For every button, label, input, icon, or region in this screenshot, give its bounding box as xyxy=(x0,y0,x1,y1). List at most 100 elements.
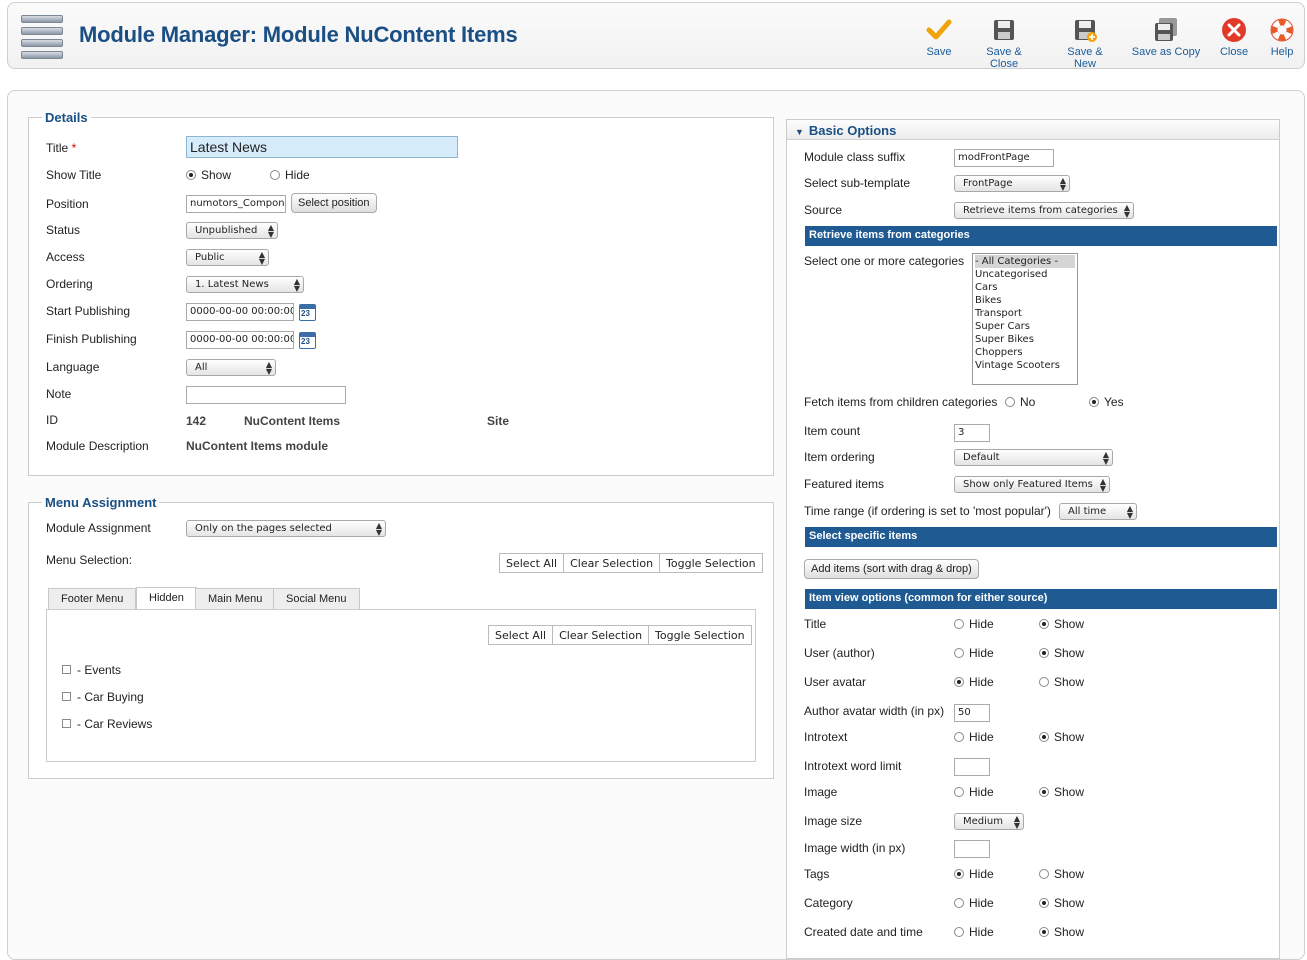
finish-publishing-input[interactable]: 0000-00-00 00:00:00 xyxy=(186,331,294,349)
select-arrows-icon: ▲ ▼ xyxy=(1099,477,1106,493)
select-all-button[interactable]: Select All xyxy=(500,554,565,572)
item-count-input[interactable]: 3 xyxy=(954,424,990,442)
sub-template-select[interactable]: FrontPage ▲ ▼ xyxy=(954,175,1070,192)
radio-selected-icon xyxy=(954,677,964,687)
access-label: Access xyxy=(46,250,85,264)
select-arrows-icon: ▲ ▼ xyxy=(293,277,300,293)
show-title-hide-radio[interactable]: Hide xyxy=(270,168,310,182)
opt-tags-show-radio[interactable]: Show xyxy=(1039,867,1084,881)
checkbox-icon[interactable] xyxy=(62,665,71,674)
opt-avatar-width-input[interactable]: 50 xyxy=(954,704,990,722)
menu-item-car-buying[interactable]: - Car Buying xyxy=(62,690,144,704)
opt-created-hide-radio[interactable]: Hide xyxy=(954,925,994,939)
menu-item-car-reviews[interactable]: - Car Reviews xyxy=(62,717,152,731)
menu-assignment-legend: Menu Assignment xyxy=(45,495,157,510)
toggle-selection-button[interactable]: Toggle Selection xyxy=(649,626,751,644)
tab-footer-menu[interactable]: Footer Menu xyxy=(48,588,137,610)
radio-selected-icon xyxy=(1039,787,1049,797)
opt-introtext-show-radio[interactable]: Show xyxy=(1039,730,1084,744)
title-input[interactable]: Latest News xyxy=(186,136,458,158)
category-option[interactable]: Vintage Scooters xyxy=(975,359,1075,372)
opt-user-author-show-radio[interactable]: Show xyxy=(1039,646,1084,660)
help-button[interactable]: Help xyxy=(1269,17,1295,58)
basic-options-header[interactable]: ▼ Basic Options xyxy=(787,120,1279,140)
item-ordering-select[interactable]: Default ▲ ▼ xyxy=(954,449,1113,466)
note-input[interactable] xyxy=(186,386,346,404)
access-select[interactable]: Public ▲ ▼ xyxy=(186,249,269,266)
checkbox-icon[interactable] xyxy=(62,719,71,728)
opt-image-width-input[interactable] xyxy=(954,840,990,858)
triangle-down-icon: ▼ xyxy=(795,127,804,137)
tab-hidden[interactable]: Hidden xyxy=(136,587,197,610)
start-publishing-input[interactable]: 0000-00-00 00:00:00 xyxy=(186,303,294,321)
module-assignment-select[interactable]: Only on the pages selected ▲ ▼ xyxy=(186,520,386,537)
opt-title-hide-radio[interactable]: Hide xyxy=(954,617,994,631)
save-new-button[interactable]: Save & New xyxy=(1055,17,1115,70)
save-close-button[interactable]: Save & Close xyxy=(971,17,1037,70)
opt-introtext-hide-radio[interactable]: Hide xyxy=(954,730,994,744)
id-label: ID xyxy=(46,413,58,427)
tab-main-menu[interactable]: Main Menu xyxy=(195,588,276,610)
show-title-label: Show Title xyxy=(46,168,102,182)
source-label: Source xyxy=(804,203,843,217)
featured-items-select[interactable]: Show only Featured Items ▲ ▼ xyxy=(954,476,1110,493)
close-button[interactable]: Close xyxy=(1218,17,1250,58)
show-title-show-radio[interactable]: Show xyxy=(186,168,231,182)
checkbox-icon[interactable] xyxy=(62,692,71,701)
select-arrows-icon: ▲ ▼ xyxy=(1059,176,1066,192)
opt-category-hide-radio[interactable]: Hide xyxy=(954,896,994,910)
radio-icon xyxy=(954,927,964,937)
opt-image-hide-radio[interactable]: Hide xyxy=(954,785,994,799)
clear-selection-button[interactable]: Clear Selection xyxy=(564,554,661,572)
status-label: Status xyxy=(46,223,81,237)
category-option[interactable]: - All Categories - xyxy=(975,255,1075,268)
required-marker: * xyxy=(71,141,77,155)
toggle-selection-button[interactable]: Toggle Selection xyxy=(660,554,762,572)
opt-image-size-select[interactable]: Medium ▲ ▼ xyxy=(954,813,1024,830)
radio-icon xyxy=(954,898,964,908)
opt-image-show-radio[interactable]: Show xyxy=(1039,785,1084,799)
categories-listbox[interactable]: - All Categories - Uncategorised Cars Bi… xyxy=(972,253,1078,385)
category-option[interactable]: Choppers xyxy=(975,346,1075,359)
calendar-icon[interactable]: 23 xyxy=(299,332,316,349)
add-items-button[interactable]: Add items (sort with drag & drop) xyxy=(804,559,979,579)
opt-image-size-label: Image size xyxy=(804,814,863,828)
select-position-button[interactable]: Select position xyxy=(291,193,377,213)
category-option[interactable]: Transport xyxy=(975,307,1075,320)
opt-user-avatar-hide-radio[interactable]: Hide xyxy=(954,675,994,689)
category-option[interactable]: Bikes xyxy=(975,294,1075,307)
fetch-children-no-radio[interactable]: No xyxy=(1005,395,1035,409)
category-option[interactable]: Super Cars xyxy=(975,320,1075,333)
language-select[interactable]: All ▲ ▼ xyxy=(186,359,276,376)
module-class-suffix-input[interactable]: modFrontPage xyxy=(954,149,1054,167)
category-option[interactable]: Super Bikes xyxy=(975,333,1075,346)
menu-item-events[interactable]: - Events xyxy=(62,663,121,677)
lifebuoy-icon xyxy=(1270,18,1294,42)
opt-title-show-radio[interactable]: Show xyxy=(1039,617,1084,631)
fetch-children-yes-radio[interactable]: Yes xyxy=(1089,395,1124,409)
opt-created-show-radio[interactable]: Show xyxy=(1039,925,1084,939)
opt-user-avatar-show-radio[interactable]: Show xyxy=(1039,675,1084,689)
select-all-button[interactable]: Select All xyxy=(489,626,554,644)
source-select[interactable]: Retrieve items from categories ▲ ▼ xyxy=(954,202,1134,219)
category-option[interactable]: Uncategorised xyxy=(975,268,1075,281)
opt-user-author-hide-radio[interactable]: Hide xyxy=(954,646,994,660)
bar-retrieve-categories: Retrieve items from categories xyxy=(805,226,1277,246)
status-select[interactable]: Unpublished ▲ ▼ xyxy=(186,222,278,239)
opt-introtext-limit-input[interactable] xyxy=(954,758,990,776)
opt-tags-hide-radio[interactable]: Hide xyxy=(954,867,994,881)
save-copy-button[interactable]: Save as Copy xyxy=(1131,17,1201,58)
category-option[interactable]: Cars xyxy=(975,281,1075,294)
select-arrows-icon: ▲ ▼ xyxy=(1123,203,1130,219)
opt-category-label: Category xyxy=(804,896,853,910)
clear-selection-button[interactable]: Clear Selection xyxy=(553,626,650,644)
ordering-select[interactable]: 1. Latest News ▲ ▼ xyxy=(186,276,304,293)
item-ordering-label: Item ordering xyxy=(804,450,875,464)
opt-avatar-width-label: Author avatar width (in px) xyxy=(804,704,945,718)
save-button[interactable]: Save xyxy=(921,17,957,58)
time-range-select[interactable]: All time ▲ ▼ xyxy=(1059,503,1137,520)
position-input[interactable]: numotors_Component xyxy=(186,195,286,213)
opt-category-show-radio[interactable]: Show xyxy=(1039,896,1084,910)
calendar-icon[interactable]: 23 xyxy=(299,304,316,321)
tab-social-menu[interactable]: Social Menu xyxy=(273,588,360,610)
